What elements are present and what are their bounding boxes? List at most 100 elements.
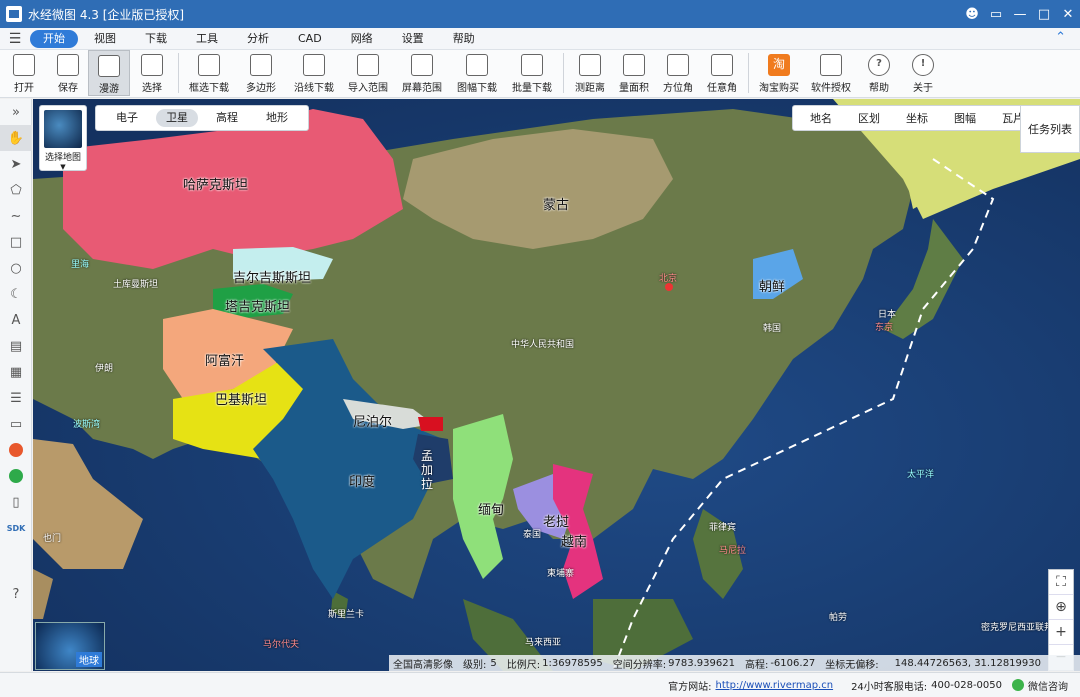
brand-icon[interactable]	[0, 437, 32, 463]
label-tokyo: 东京	[875, 323, 894, 333]
fullscreen-icon[interactable]: ⛶	[1049, 570, 1073, 595]
polygon-download-button[interactable]: 多边形	[235, 50, 287, 96]
minimize-button[interactable]: —	[1008, 0, 1032, 28]
crescent-icon[interactable]: ☾	[0, 281, 32, 307]
label-kazakhstan: 哈萨克斯坦	[183, 178, 249, 193]
close-button[interactable]: ✕	[1056, 0, 1080, 28]
collapse-ribbon-icon[interactable]: ⌃	[1055, 30, 1066, 45]
wechat-icon[interactable]	[1012, 679, 1024, 691]
tab-elevation[interactable]: 高程	[206, 109, 248, 127]
azimuth-button[interactable]: 方位角	[656, 50, 700, 96]
label-beijing: 北京	[659, 274, 678, 284]
toolbar-divider	[178, 53, 179, 93]
polyline-icon[interactable]: ∼	[0, 203, 32, 229]
label-china: 中华人民共和国	[511, 340, 575, 350]
menu-item-start[interactable]: 开始	[30, 29, 78, 48]
app-logo-icon	[6, 6, 22, 22]
ruler-icon	[579, 54, 601, 76]
layer-placenames[interactable]: 地名	[797, 110, 845, 126]
map-view[interactable]: 哈萨克斯坦 蒙古 吉尔吉斯斯坦 塔吉克斯坦 阿富汗 巴基斯坦 尼泊尔 印度 孟 …	[33, 99, 1080, 671]
phone-icon[interactable]: ▯	[0, 489, 32, 515]
restore-icon[interactable]: ▭	[984, 0, 1008, 28]
map-thumbnail	[44, 110, 82, 148]
line-download-icon	[303, 54, 325, 76]
batch-download-button[interactable]: 批量下载	[505, 50, 559, 96]
folder-open-icon	[13, 54, 35, 76]
label-caspian: 里海	[71, 260, 90, 270]
box-download-button[interactable]: 框选下载	[183, 50, 235, 96]
site-link[interactable]: http://www.rivermap.cn	[716, 680, 834, 691]
globe-overview[interactable]: 地球	[35, 622, 105, 670]
maximize-button[interactable]: □	[1032, 0, 1056, 28]
screen-range-button[interactable]: 屏幕范围	[395, 50, 449, 96]
task-list-button[interactable]: 任务列表	[1020, 105, 1080, 153]
tab-satellite[interactable]: 卫星	[156, 109, 198, 127]
title-bar: 水经微图 4.3 [企业版已授权] ☻ ▭ — □ ✕	[0, 0, 1080, 28]
status-scale: 1:36978595	[542, 657, 603, 669]
rectangle-icon[interactable]: □	[0, 229, 32, 255]
status-resolution: 9783.939621	[668, 657, 735, 669]
label-vietnam: 越南	[561, 535, 588, 550]
menu-item-view[interactable]: 视图	[81, 30, 129, 48]
hotline-number: 400-028-0050	[931, 679, 1002, 691]
menu-item-download[interactable]: 下载	[132, 30, 180, 48]
cursor-icon[interactable]: ➤	[0, 151, 32, 177]
import-range-button[interactable]: 导入范围	[341, 50, 395, 96]
expand-panel-icon[interactable]: »	[0, 99, 32, 125]
user-icon[interactable]: ☻	[960, 0, 984, 28]
label-tajikistan: 塔吉克斯坦	[225, 300, 291, 315]
hamburger-menu-icon[interactable]: ☰	[0, 31, 30, 47]
select-map-button[interactable]: 选择地图 ▼	[39, 105, 87, 171]
text-icon[interactable]: A	[0, 307, 32, 333]
measure-distance-button[interactable]: 测距离	[568, 50, 612, 96]
line-download-button[interactable]: 沿线下载	[287, 50, 341, 96]
wechat-consult-link[interactable]: 微信咨询	[1028, 678, 1068, 693]
tab-terrain[interactable]: 地形	[256, 109, 298, 127]
layer-sheets[interactable]: 图幅	[941, 110, 989, 126]
sdk-icon[interactable]: SDK	[0, 515, 32, 541]
menu-item-help[interactable]: 帮助	[440, 30, 488, 48]
measure-area-button[interactable]: 量面积	[612, 50, 656, 96]
left-toolbar: » ✋ ➤ ⬠ ∼ □ ○ ☾ A ▤ ▦ ☰ ▭ ▯ SDK ?	[0, 99, 32, 671]
polygon-icon[interactable]: ⬠	[0, 177, 32, 203]
about-button[interactable]: ! 关于	[901, 50, 945, 96]
license-button[interactable]: 软件授权	[805, 50, 857, 96]
pan-button[interactable]: 漫游	[88, 50, 130, 96]
label-south-korea: 韩国	[763, 324, 782, 334]
screen-range-icon	[411, 54, 433, 76]
menu-item-network[interactable]: 网络	[338, 30, 386, 48]
road-icon[interactable]: ▦	[0, 359, 32, 385]
locate-icon[interactable]: ⊕	[1049, 595, 1073, 620]
any-angle-button[interactable]: 任意角	[700, 50, 744, 96]
menu-item-tools[interactable]: 工具	[183, 30, 231, 48]
label-philippines: 菲律宾	[709, 523, 737, 533]
layer-coordinates[interactable]: 坐标	[893, 110, 941, 126]
status-elevation: -6106.27	[770, 657, 816, 669]
measure-icon[interactable]: ▭	[0, 411, 32, 437]
label-palau: 帕劳	[829, 613, 848, 623]
save-button[interactable]: 保存	[48, 50, 88, 96]
circle-icon[interactable]: ○	[0, 255, 32, 281]
hand-icon[interactable]: ✋	[0, 125, 32, 151]
taobao-buy-button[interactable]: 淘淘宝购买	[753, 50, 805, 96]
zoom-in-button[interactable]: +	[1049, 620, 1073, 645]
label-myanmar: 缅甸	[478, 503, 505, 518]
label-nepal: 尼泊尔	[353, 415, 393, 430]
sheet-download-button[interactable]: 图幅下载	[449, 50, 505, 96]
map-type-tabs: 电子 卫星 高程 地形	[95, 105, 309, 131]
select-map-label: 选择地图	[44, 153, 81, 163]
menu-item-cad[interactable]: CAD	[285, 30, 335, 48]
ruler-icon[interactable]: ▤	[0, 333, 32, 359]
help-icon[interactable]: ?	[0, 581, 32, 607]
label-micronesia: 密克罗尼西亚联邦	[981, 623, 1054, 633]
tab-electronic[interactable]: 电子	[106, 109, 148, 127]
layer-icon[interactable]: ☰	[0, 385, 32, 411]
layer-divisions[interactable]: 区划	[845, 110, 893, 126]
label-iran: 伊朗	[95, 364, 114, 374]
map-pin-icon[interactable]	[0, 463, 32, 489]
menu-item-settings[interactable]: 设置	[389, 30, 437, 48]
open-button[interactable]: 打开	[0, 50, 48, 96]
select-button[interactable]: 选择	[130, 50, 174, 96]
menu-item-analysis[interactable]: 分析	[234, 30, 282, 48]
help-button[interactable]: ? 帮助	[857, 50, 901, 96]
